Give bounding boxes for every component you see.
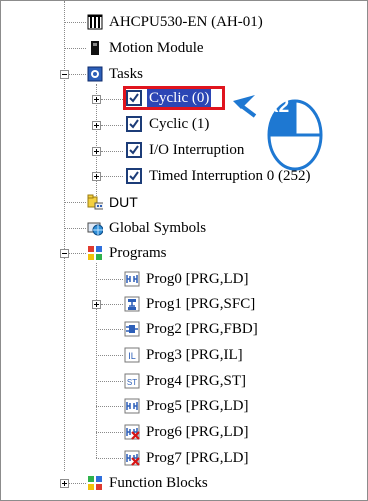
tree-node-label: Motion Module [109,40,204,56]
tree-node-label: Prog4 [PRG,ST] [146,373,247,389]
tree-connector [96,263,97,458]
expand-toggle[interactable] [60,479,69,488]
double-click-count: x2 [268,96,290,117]
tree-connector [96,432,123,433]
tree-connector [64,228,86,229]
collapse-toggle[interactable] [60,249,69,258]
highlight-box [123,86,225,110]
tree-connector [96,381,123,382]
function-blocks-icon [88,476,102,490]
tree-connector [96,279,123,280]
project-tree: AHCPU530-EN (AH-01) Motion Module Tasks [1,1,367,500]
tree-connector [96,458,123,459]
tree-connector [69,74,86,75]
checkmark-icon [129,171,139,181]
tree-node-label: Cyclic (1) [149,116,210,132]
programs-icon [88,246,102,260]
tree-connector [96,355,123,356]
tree-node-label: DUT [109,194,138,210]
tree-connector [101,151,123,152]
task-enabled-checkbox[interactable] [126,168,142,184]
tree-connector [101,99,123,100]
cpu-icon [87,14,103,30]
tree-node-label: AHCPU530-EN (AH-01) [109,14,263,30]
expand-toggle[interactable] [92,300,101,309]
expand-toggle[interactable] [92,172,101,181]
tree-connector [96,329,123,330]
ld-program-disabled-icon [124,450,140,466]
expand-toggle[interactable] [92,121,101,130]
tree-connector [101,125,123,126]
tree-connector [69,253,86,254]
tree-connector [101,304,123,305]
global-symbols-icon [87,222,103,236]
tree-connector [69,483,86,484]
tree-node-label: Prog0 [PRG,LD] [146,271,249,287]
expand-toggle[interactable] [92,147,101,156]
checkmark-icon [129,119,139,129]
ld-program-icon [124,398,140,414]
tree-node-label: Tasks [109,66,143,82]
svg-text:ST: ST [127,378,137,387]
svg-text:IL: IL [128,351,136,361]
tree-connector [96,406,123,407]
tree-node-label: Prog7 [PRG,LD] [146,450,249,466]
il-program-icon: IL [124,347,140,363]
sfc-program-icon [124,296,140,312]
tree-node-label: Prog3 [PRG,IL] [146,347,243,363]
tree-connector [64,202,86,203]
motion-module-icon [91,41,99,55]
tree-node-label: Prog1 [PRG,SFC] [146,296,256,312]
checkmark-icon [129,145,139,155]
st-program-icon: ST [124,373,140,389]
ld-program-icon [124,271,140,287]
fbd-program-icon [124,321,140,337]
task-enabled-checkbox[interactable] [126,142,142,158]
tree-node-label: Global Symbols [109,220,207,236]
tree-node-label: Prog2 [PRG,FBD] [146,321,258,337]
collapse-toggle[interactable] [60,70,69,79]
ld-program-disabled-icon [124,424,140,440]
tree-connector [64,48,86,49]
task-enabled-checkbox[interactable] [126,116,142,132]
tasks-gear-icon [87,66,103,82]
tree-node-label: Prog6 [PRG,LD] [146,424,249,440]
project-tree-panel: AHCPU530-EN (AH-01) Motion Module Tasks [0,0,368,501]
tree-node-label: Prog5 [PRG,LD] [146,398,249,414]
tree-node-label: Programs [109,245,167,261]
tree-connector [101,176,123,177]
dut-folder-icon [87,194,103,210]
tree-node-label: Function Blocks [109,475,208,491]
tree-connector [64,22,86,23]
expand-toggle[interactable] [92,95,101,104]
